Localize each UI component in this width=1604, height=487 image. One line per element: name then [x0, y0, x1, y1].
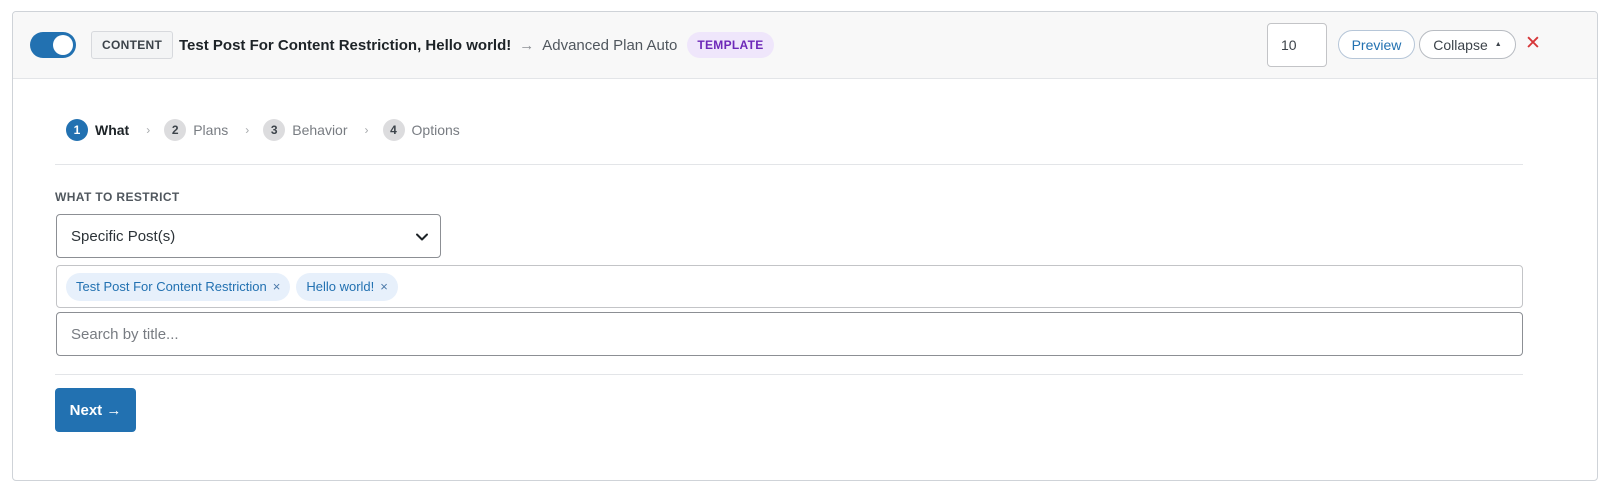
caret-up-icon: ▲	[1494, 41, 1502, 48]
remove-token-icon[interactable]: ×	[273, 279, 281, 294]
step-number: 3	[263, 119, 286, 141]
plan-name: Advanced Plan Auto	[542, 36, 678, 54]
step-label: Plans	[193, 122, 229, 138]
step-plans[interactable]: 2 Plans	[164, 119, 228, 141]
preview-button[interactable]: Preview	[1338, 30, 1415, 59]
wizard-steps: 1 What › 2 Plans › 3 Behavior › 4 Option…	[66, 119, 460, 141]
select-value: Specific Post(s)	[71, 227, 176, 245]
selected-posts-field[interactable]: Test Post For Content Restriction × Hell…	[56, 265, 1523, 308]
step-options[interactable]: 4 Options	[382, 119, 460, 141]
post-search-input[interactable]	[56, 312, 1523, 356]
step-label: What	[95, 122, 130, 138]
remove-token-icon[interactable]: ×	[380, 279, 388, 294]
step-number: 2	[164, 119, 187, 141]
restrict-type-select[interactable]: Specific Post(s)	[56, 214, 441, 258]
rule-enabled-toggle[interactable]	[30, 32, 76, 58]
chevron-right-icon: ›	[364, 123, 369, 137]
preview-button-label: Preview	[1351, 36, 1402, 53]
rule-title: Test Post For Content Restriction, Hello…	[179, 36, 512, 54]
step-label: Options	[411, 122, 460, 138]
selected-post-token: Test Post For Content Restriction ×	[66, 272, 291, 301]
rule-header: CONTENT Test Post For Content Restrictio…	[13, 12, 1597, 79]
chevron-right-icon: ›	[245, 123, 250, 137]
token-label: Test Post For Content Restriction	[76, 279, 267, 294]
divider	[55, 374, 1523, 375]
rule-type-badge: CONTENT	[91, 31, 174, 59]
toggle-knob	[53, 35, 73, 55]
step-behavior[interactable]: 3 Behavior	[263, 119, 348, 141]
divider	[55, 164, 1523, 165]
next-button[interactable]: Next →	[55, 388, 136, 432]
step-number: 1	[66, 119, 88, 141]
priority-input[interactable]	[1267, 23, 1327, 67]
chevron-right-icon: ›	[146, 123, 151, 137]
close-icon[interactable]: ✕	[1525, 33, 1541, 55]
step-number: 4	[382, 119, 405, 141]
template-badge: TEMPLATE	[687, 32, 774, 58]
what-to-restrict-label: WHAT TO RESTRICT	[55, 190, 180, 204]
step-label: Behavior	[292, 122, 348, 138]
token-label: Hello world!	[306, 279, 375, 294]
rule-title-line: Test Post For Content Restriction, Hello…	[179, 32, 774, 58]
chevron-down-icon	[416, 233, 428, 241]
collapse-button[interactable]: Collapse ▲	[1419, 30, 1516, 59]
step-what[interactable]: 1 What	[66, 119, 129, 141]
collapse-button-label: Collapse	[1433, 36, 1488, 53]
restriction-rule-card: CONTENT Test Post For Content Restrictio…	[12, 11, 1598, 481]
selected-post-token: Hello world! ×	[296, 272, 398, 301]
arrow-right-icon: →	[519, 36, 535, 54]
